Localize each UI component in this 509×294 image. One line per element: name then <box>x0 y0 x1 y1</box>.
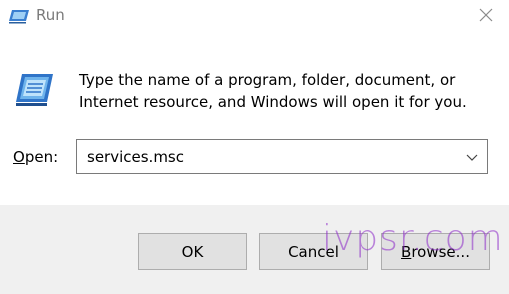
open-label-accelerator: O <box>13 148 25 166</box>
dialog-description: Type the name of a program, folder, docu… <box>79 71 467 111</box>
open-label-text: pen: <box>24 148 59 166</box>
browse-accelerator: B <box>401 242 412 261</box>
browse-button[interactable]: Browse... <box>381 233 490 270</box>
open-label: Open: <box>13 148 58 166</box>
chevron-down-icon <box>466 147 478 166</box>
dropdown-button[interactable] <box>457 140 487 173</box>
close-button[interactable] <box>463 0 509 32</box>
window-title: Run <box>36 6 65 24</box>
cancel-button[interactable]: Cancel <box>259 233 368 270</box>
close-icon <box>479 7 493 26</box>
run-icon <box>8 8 30 24</box>
run-app-icon <box>14 72 54 108</box>
run-dialog: Run Type the name of a program, folder, … <box>0 0 509 294</box>
open-input[interactable] <box>77 140 457 173</box>
browse-label: rowse... <box>411 242 470 261</box>
title-bar[interactable]: Run <box>0 0 509 32</box>
open-combobox[interactable] <box>76 139 488 174</box>
ok-button[interactable]: OK <box>138 233 247 270</box>
